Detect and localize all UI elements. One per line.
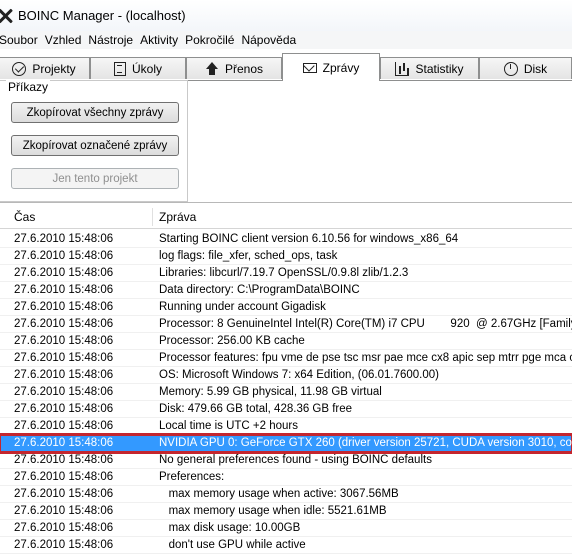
- message-text: Data directory: C:\ProgramData\BOINC: [159, 284, 360, 296]
- commands-label: Příkazy: [6, 80, 51, 94]
- statistics-icon: [395, 61, 410, 76]
- message-text: max memory usage when idle: 5521.61MB: [159, 505, 387, 517]
- tab-projects[interactable]: Projekty: [0, 57, 90, 79]
- message-text: Starting BOINC client version 6.10.56 fo…: [159, 233, 459, 245]
- message-row[interactable]: 27.6.2010 15:48:06 Processor: 256.00 KB c…: [0, 333, 572, 350]
- message-row[interactable]: 27.6.2010 15:48:06 don't use GPU while a…: [0, 537, 572, 554]
- message-row[interactable]: 27.6.2010 15:48:06 Processor features: fp…: [0, 350, 572, 367]
- message-row[interactable]: 27.6.2010 15:48:06 Running under account …: [0, 299, 572, 316]
- message-time: 27.6.2010 15:48:06: [14, 488, 114, 500]
- message-text: Memory: 5.99 GB physical, 11.98 GB virtu…: [159, 386, 382, 398]
- menu-file[interactable]: Soubor: [0, 33, 45, 47]
- message-time: 27.6.2010 15:48:06: [14, 505, 114, 517]
- title-bar: BOINC Manager - (localhost): [0, 0, 572, 31]
- message-text: Disk: 479.66 GB total, 428.36 GB free: [159, 403, 353, 415]
- column-separator[interactable]: [152, 208, 153, 226]
- message-list: 27.6.2010 15:48:06 Starting BOINC client …: [0, 229, 572, 554]
- copy-all-messages-button[interactable]: Zkopírovat všechny zprávy: [11, 102, 179, 123]
- boinc-app-icon: [0, 8, 13, 24]
- tab-label: Přenos: [224, 61, 264, 76]
- tab-messages[interactable]: Zprávy: [282, 53, 380, 81]
- message-row[interactable]: 27.6.2010 15:48:06 OS: Microsoft Windows …: [0, 367, 572, 384]
- splitter[interactable]: [0, 202, 572, 203]
- message-time: 27.6.2010 15:48:06: [14, 522, 114, 534]
- message-time: 27.6.2010 15:48:06: [14, 352, 114, 364]
- message-row[interactable]: 27.6.2010 15:48:06 Preferences:: [0, 469, 572, 486]
- message-text: Processor features: fpu vme de pse tsc m…: [159, 352, 572, 364]
- message-row[interactable]: 27.6.2010 15:48:06 log flags: file_xfer, …: [0, 248, 572, 265]
- menu-advanced[interactable]: Pokročilé: [185, 33, 241, 47]
- message-time: 27.6.2010 15:48:06: [14, 335, 114, 347]
- message-text: OS: Microsoft Windows 7: x64 Edition, (0…: [159, 369, 439, 381]
- message-text: don't use GPU while active: [159, 539, 306, 551]
- message-row-selected[interactable]: 27.6.2010 15:48:06 NVIDIA GPU 0: GeForce …: [0, 433, 572, 454]
- menu-tools[interactable]: Nástroje: [88, 33, 140, 47]
- message-text: Libraries: libcurl/7.19.7 OpenSSL/0.9.8l…: [159, 267, 409, 279]
- tab-label: Zprávy: [322, 60, 360, 75]
- message-time: 27.6.2010 15:48:06: [14, 403, 114, 415]
- transfers-icon: [205, 61, 219, 76]
- message-row[interactable]: 27.6.2010 15:48:06 No general preferences…: [0, 452, 572, 469]
- message-time: 27.6.2010 15:48:06: [14, 301, 114, 313]
- column-header-message[interactable]: Zpráva: [159, 206, 196, 228]
- tab-label: Úkoly: [131, 61, 162, 76]
- menu-view[interactable]: Vzhled: [45, 33, 89, 47]
- tab-statistics[interactable]: Statistiky: [380, 57, 479, 79]
- message-row[interactable]: 27.6.2010 15:48:06 Libraries: libcurl/7.1…: [0, 265, 572, 282]
- message-row[interactable]: 27.6.2010 15:48:06 max memory usage when…: [0, 486, 572, 503]
- tab-transfers[interactable]: Přenos: [186, 57, 282, 79]
- menu-activity[interactable]: Aktivity: [140, 33, 185, 47]
- message-text: max memory usage when active: 3067.56MB: [159, 488, 399, 500]
- message-row[interactable]: 27.6.2010 15:48:06 Data directory: C:\Pro…: [0, 282, 572, 299]
- message-text: No general preferences found - using BOI…: [159, 454, 432, 466]
- message-time: 27.6.2010 15:48:06: [14, 250, 114, 262]
- tab-bar: Projekty Úkoly Přenos Zprávy Statistiky …: [0, 53, 572, 81]
- message-row[interactable]: 27.6.2010 15:48:06 Memory: 5.99 GB physic…: [0, 384, 572, 401]
- menu-help[interactable]: Nápověda: [241, 33, 303, 47]
- message-row[interactable]: 27.6.2010 15:48:06 Starting BOINC client …: [0, 231, 572, 248]
- window-title: BOINC Manager - (localhost): [18, 8, 186, 23]
- message-text: Local time is UTC +2 hours: [159, 420, 299, 432]
- tab-disk[interactable]: Disk: [479, 57, 572, 79]
- commands-group: Příkazy Zkopírovat všechny zprávy Zkopír…: [0, 80, 188, 202]
- tab-tasks[interactable]: Úkoly: [90, 57, 186, 79]
- message-time: 27.6.2010 15:48:06: [14, 471, 114, 483]
- message-text: log flags: file_xfer, sched_ops, task: [159, 250, 338, 262]
- message-row[interactable]: 27.6.2010 15:48:06 Processor: 8 GenuineIn…: [0, 316, 572, 333]
- message-time: 27.6.2010 15:48:06: [14, 539, 114, 551]
- message-time: 27.6.2010 15:48:06: [14, 233, 114, 245]
- message-time: 27.6.2010 15:48:06: [14, 454, 114, 466]
- message-time: 27.6.2010 15:48:06: [14, 369, 114, 381]
- column-header-time[interactable]: Čas: [14, 206, 35, 228]
- message-list-header: Čas Zpráva: [0, 206, 572, 229]
- message-time: 27.6.2010 15:48:06: [14, 420, 114, 432]
- disk-icon: [503, 61, 518, 76]
- message-text: Running under account Gigadisk: [159, 301, 326, 313]
- projects-icon: [12, 61, 27, 76]
- menu-bar: Soubor Vzhled Nástroje Aktivity Pokročil…: [0, 31, 572, 49]
- message-text: max disk usage: 10.00GB: [159, 522, 301, 534]
- message-text: NVIDIA GPU 0: GeForce GTX 260 (driver ve…: [159, 437, 572, 449]
- message-row[interactable]: 27.6.2010 15:48:06 Local time is UTC +2 h…: [0, 418, 572, 435]
- message-text: Processor: 256.00 KB cache: [159, 335, 305, 347]
- message-text: Preferences:: [159, 471, 225, 483]
- tab-label: Projekty: [32, 61, 76, 76]
- message-time: 27.6.2010 15:48:06: [14, 284, 114, 296]
- message-time: 27.6.2010 15:48:06: [14, 267, 114, 279]
- tasks-icon: [113, 61, 126, 76]
- messages-icon: [302, 62, 317, 73]
- copy-selected-messages-button[interactable]: Zkopírovat označené zprávy: [11, 135, 179, 156]
- message-text: Processor: 8 GenuineIntel Intel(R) Core(…: [159, 318, 572, 330]
- this-project-only-button[interactable]: Jen tento projekt: [11, 168, 179, 189]
- message-row[interactable]: 27.6.2010 15:48:06 max memory usage when…: [0, 503, 572, 520]
- tab-label: Disk: [523, 61, 548, 76]
- message-time: 27.6.2010 15:48:06: [14, 386, 114, 398]
- message-row[interactable]: 27.6.2010 15:48:06 max disk usage: 10.00…: [0, 520, 572, 537]
- message-row[interactable]: 27.6.2010 15:48:06 Disk: 479.66 GB total,…: [0, 401, 572, 418]
- tab-label: Statistiky: [415, 61, 464, 76]
- message-time: 27.6.2010 15:48:06: [14, 318, 114, 330]
- message-time: 27.6.2010 15:48:06: [14, 437, 114, 449]
